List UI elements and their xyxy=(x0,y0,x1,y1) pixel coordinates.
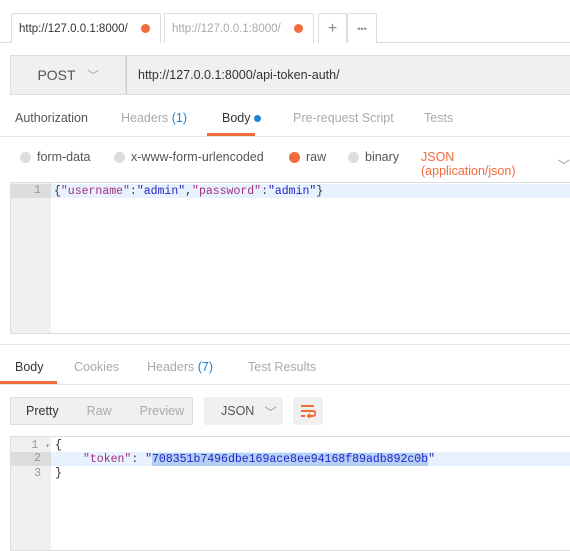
request-body-editor[interactable]: 1 {"username":"admin","password":"admin"… xyxy=(10,182,570,334)
tab-headers-label: Headers xyxy=(121,111,169,125)
tab-request-2[interactable]: http://127.0.0.1:8000/ xyxy=(164,13,314,43)
url-input[interactable]: http://127.0.0.1:8000/api-token-auth/ xyxy=(126,55,570,95)
radio-urlencoded[interactable]: x-www-form-urlencoded xyxy=(114,150,264,164)
tab-divider xyxy=(0,42,11,43)
view-mode-group: Pretty Raw Preview xyxy=(10,397,193,425)
line-gutter xyxy=(11,183,51,333)
json-key: "token" xyxy=(83,452,132,466)
chevron-down-icon: ﹀ xyxy=(264,405,277,420)
json-value: "admin" xyxy=(267,184,317,198)
code-line: 2 "token": "708351b7496dbe169ace8ee94168f… xyxy=(11,452,570,466)
radio-form-data[interactable]: form-data xyxy=(20,150,91,164)
method-label: POST xyxy=(37,67,76,83)
radio-icon xyxy=(20,151,31,163)
url-text: http://127.0.0.1:8000/api-token-auth/ xyxy=(138,68,340,82)
content-type-select[interactable]: JSON (application/json) ﹀ xyxy=(421,150,570,178)
unsaved-dot-icon xyxy=(294,24,303,33)
headers-count: (1) xyxy=(171,111,188,125)
response-tab-test-results[interactable]: Test Results xyxy=(248,360,316,374)
tab-label: http://127.0.0.1:8000/ xyxy=(19,22,128,35)
tab-headers[interactable]: Headers (1) xyxy=(121,111,187,125)
radio-binary[interactable]: binary xyxy=(348,150,399,164)
chevron-down-icon: ﹀ xyxy=(557,158,570,173)
tab-body-label: Body xyxy=(222,111,251,125)
json-value: "admin" xyxy=(136,184,186,198)
format-select[interactable]: JSON ﹀ xyxy=(204,397,283,425)
wrap-lines-button[interactable] xyxy=(293,397,323,425)
response-tab-body[interactable]: Body xyxy=(15,360,44,374)
radio-icon xyxy=(348,151,359,163)
wrap-icon xyxy=(301,405,316,418)
code-line: 1 ▾{ xyxy=(11,438,570,452)
new-tab-button[interactable]: + xyxy=(318,13,347,43)
line-number: 1 ▾ xyxy=(31,438,50,452)
tab-tests[interactable]: Tests xyxy=(424,111,453,125)
response-tab-cookies[interactable]: Cookies xyxy=(74,360,119,374)
json-key: "password" xyxy=(192,184,262,198)
response-tab-headers[interactable]: Headers (7) xyxy=(147,360,213,374)
divider xyxy=(0,344,570,345)
divider xyxy=(0,136,570,137)
tab-request-1[interactable]: http://127.0.0.1:8000/ xyxy=(11,13,161,43)
code-line: 3} xyxy=(11,466,570,480)
radio-raw[interactable]: raw xyxy=(289,150,326,164)
modified-dot-icon xyxy=(253,115,261,123)
tab-headers-label: Headers xyxy=(147,360,195,374)
radio-selected-icon xyxy=(289,151,300,163)
chevron-down-icon: ﹀ xyxy=(87,70,99,82)
method-select[interactable]: POST ﹀ xyxy=(10,55,126,95)
headers-count: (7) xyxy=(197,360,214,374)
radio-label: raw xyxy=(306,150,327,164)
code-line: 1 {"username":"admin","password":"admin"… xyxy=(11,184,570,198)
line-number: 2 xyxy=(11,452,51,466)
line-number: 3 xyxy=(34,466,41,480)
radio-label: binary xyxy=(365,150,400,164)
unsaved-dot-icon xyxy=(141,24,150,33)
tab-label: http://127.0.0.1:8000/ xyxy=(172,22,281,35)
line-number: 1 xyxy=(11,184,51,198)
raw-button[interactable]: Raw xyxy=(87,404,112,418)
response-body-viewer: 1 ▾{ 2 "token": "708351b7496dbe169ace8ee9… xyxy=(10,436,570,551)
preview-button[interactable]: Preview xyxy=(140,404,184,418)
json-key: "username" xyxy=(60,184,130,198)
tab-divider xyxy=(377,42,570,43)
more-tabs-button[interactable]: ••• xyxy=(347,13,377,43)
radio-label: form-data xyxy=(37,150,91,164)
radio-label: x-www-form-urlencoded xyxy=(131,150,264,164)
divider xyxy=(0,384,570,385)
radio-icon xyxy=(114,151,125,163)
pretty-button[interactable]: Pretty xyxy=(26,404,59,418)
content-type-label: JSON (application/json) xyxy=(421,150,516,178)
fold-arrow-icon[interactable]: ▾ xyxy=(45,442,50,451)
tab-prerequest-script[interactable]: Pre-request Script xyxy=(293,111,394,125)
tab-authorization[interactable]: Authorization xyxy=(15,111,88,125)
format-label: JSON xyxy=(221,404,255,418)
token-value[interactable]: 708351b7496dbe169ace8ee94168f89adb892c0b xyxy=(152,452,429,466)
tab-body[interactable]: Body xyxy=(222,111,261,125)
